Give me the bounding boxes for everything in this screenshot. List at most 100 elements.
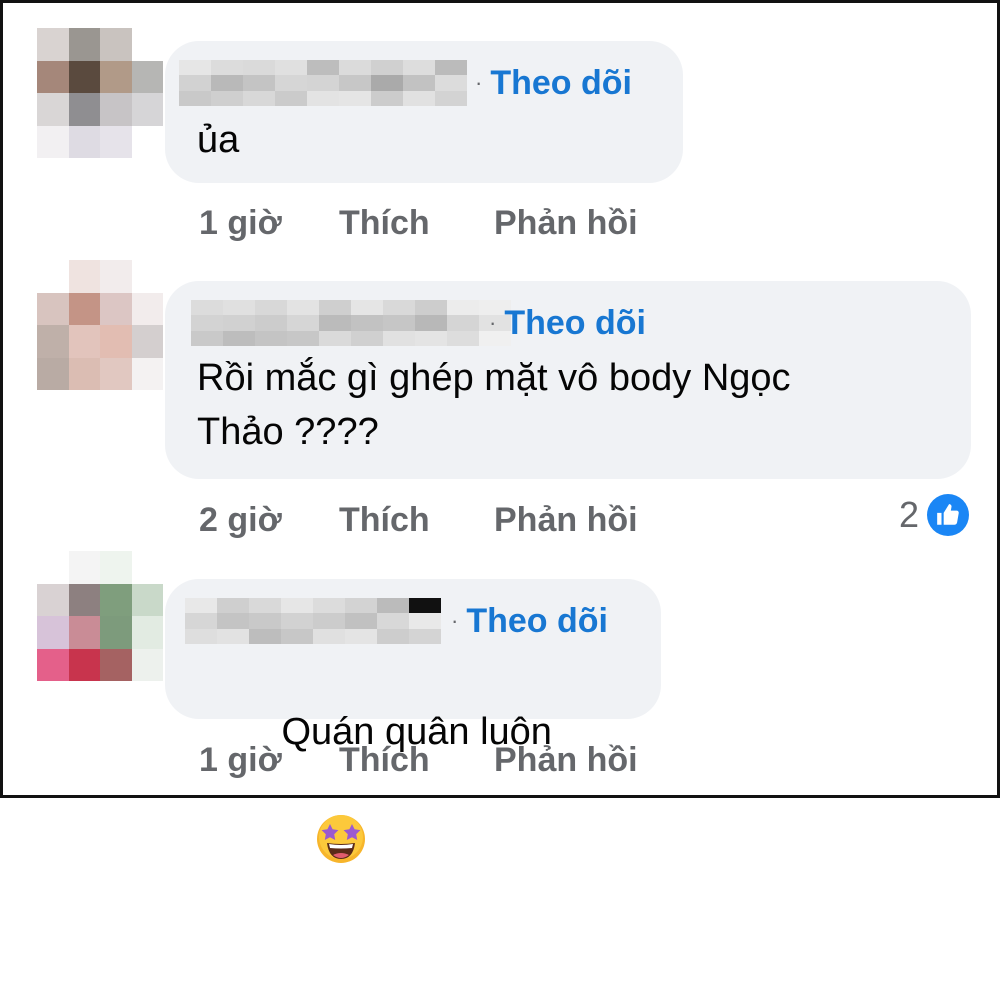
follow-link[interactable]: Theo dõi bbox=[466, 604, 608, 638]
name-pixel bbox=[371, 75, 403, 91]
name-pixel bbox=[409, 628, 441, 644]
name-pixel bbox=[415, 300, 447, 316]
star-struck-emoji bbox=[209, 759, 367, 934]
blurred-author-name[interactable] bbox=[191, 300, 511, 346]
screenshot-frame: · Theo dõi ủa 1 giờ Thích Phản hồi · The… bbox=[0, 0, 1000, 863]
comment-actions: 1 giờ Thích Phản hồi bbox=[199, 743, 638, 777]
name-pixel bbox=[319, 300, 351, 316]
separator-dot: · bbox=[489, 310, 497, 335]
name-pixel bbox=[287, 330, 319, 346]
avatar-pixel bbox=[37, 292, 69, 325]
name-pixel bbox=[287, 315, 319, 331]
follow-link[interactable]: Theo dõi bbox=[490, 66, 632, 100]
name-pixel bbox=[403, 60, 435, 76]
name-pixel bbox=[191, 315, 223, 331]
name-pixel bbox=[281, 613, 313, 629]
name-pixel bbox=[275, 90, 307, 106]
like-button[interactable]: Thích bbox=[339, 743, 494, 777]
comment-bubble: · Theo dõi Quán quân luôn bbox=[165, 579, 661, 863]
blurred-author-name[interactable] bbox=[185, 598, 443, 644]
comment-text: Rồi mắc gì ghép mặt vô body Ngọc Thảo ??… bbox=[197, 357, 791, 453]
avatar-pixel bbox=[37, 551, 69, 584]
avatar-pixel bbox=[100, 357, 132, 390]
name-pixel bbox=[275, 60, 307, 76]
comment-time[interactable]: 1 giờ bbox=[199, 743, 339, 777]
follow-link[interactable]: Theo dõi bbox=[504, 306, 646, 340]
comment-time[interactable]: 2 giờ bbox=[199, 503, 339, 537]
name-pixel bbox=[435, 60, 467, 76]
name-pixel bbox=[249, 613, 281, 629]
name-pixel bbox=[345, 598, 377, 614]
name-pixel bbox=[447, 330, 479, 346]
name-pixel bbox=[223, 300, 255, 316]
name-pixel bbox=[243, 75, 275, 91]
avatar-pixel bbox=[131, 60, 163, 93]
avatar-pixel bbox=[100, 125, 132, 158]
avatar-pixel bbox=[68, 292, 100, 325]
name-pixel bbox=[307, 90, 339, 106]
comment-text: Quán quân luôn bbox=[197, 651, 661, 988]
name-pixel bbox=[383, 330, 415, 346]
name-pixel bbox=[255, 315, 287, 331]
comment-time[interactable]: 1 giờ bbox=[199, 206, 339, 240]
avatar-pixel bbox=[37, 93, 69, 126]
name-pixel bbox=[383, 300, 415, 316]
name-pixel bbox=[179, 75, 211, 91]
avatar-pixel bbox=[100, 28, 132, 61]
avatar-pixel bbox=[131, 93, 163, 126]
comment-bubble: · Theo dõi ủa bbox=[165, 41, 683, 183]
avatar-pixel bbox=[68, 60, 100, 93]
avatar[interactable] bbox=[37, 260, 163, 390]
avatar-pixel bbox=[37, 260, 69, 293]
name-pixel bbox=[415, 330, 447, 346]
name-pixel bbox=[211, 75, 243, 91]
like-button[interactable]: Thích bbox=[339, 206, 494, 240]
separator-dot: · bbox=[475, 70, 483, 95]
name-pixel bbox=[409, 598, 441, 614]
name-pixel bbox=[409, 613, 441, 629]
name-pixel bbox=[217, 613, 249, 629]
avatar-pixel bbox=[131, 260, 163, 293]
avatar-pixel bbox=[100, 583, 132, 616]
name-pixel bbox=[179, 90, 211, 106]
avatar-pixel bbox=[131, 583, 163, 616]
name-pixel bbox=[403, 75, 435, 91]
like-button[interactable]: Thích bbox=[339, 503, 494, 537]
avatar-pixel bbox=[68, 648, 100, 681]
reaction-summary[interactable]: 2 bbox=[899, 494, 969, 536]
blurred-author-name[interactable] bbox=[179, 60, 467, 106]
name-pixel bbox=[281, 628, 313, 644]
name-pixel bbox=[339, 60, 371, 76]
name-pixel bbox=[307, 60, 339, 76]
avatar-pixel bbox=[131, 551, 163, 584]
avatar-pixel bbox=[68, 125, 100, 158]
reply-button[interactable]: Phản hồi bbox=[494, 206, 638, 240]
name-pixel bbox=[313, 628, 345, 644]
reply-button[interactable]: Phản hồi bbox=[494, 503, 638, 537]
name-pixel bbox=[319, 330, 351, 346]
name-pixel bbox=[191, 300, 223, 316]
avatar-pixel bbox=[131, 325, 163, 358]
avatar[interactable] bbox=[37, 551, 163, 681]
name-pixel bbox=[307, 75, 339, 91]
avatar-pixel bbox=[37, 648, 69, 681]
author-row: · Theo dõi bbox=[185, 597, 608, 645]
name-pixel bbox=[377, 628, 409, 644]
name-pixel bbox=[435, 75, 467, 91]
avatar-pixel bbox=[37, 583, 69, 616]
avatar[interactable] bbox=[37, 28, 163, 158]
avatar-pixel bbox=[68, 93, 100, 126]
name-pixel bbox=[243, 90, 275, 106]
name-pixel bbox=[351, 330, 383, 346]
comment-actions: 2 giờ Thích Phản hồi bbox=[199, 503, 638, 537]
name-pixel bbox=[415, 315, 447, 331]
author-row: · Theo dõi bbox=[179, 59, 632, 107]
reply-button[interactable]: Phản hồi bbox=[494, 743, 638, 777]
avatar-pixel bbox=[37, 28, 69, 61]
name-pixel bbox=[179, 60, 211, 76]
like-thumb-icon bbox=[927, 494, 969, 536]
name-pixel bbox=[351, 315, 383, 331]
avatar-pixel bbox=[100, 325, 132, 358]
name-pixel bbox=[287, 300, 319, 316]
avatar-pixel bbox=[131, 357, 163, 390]
